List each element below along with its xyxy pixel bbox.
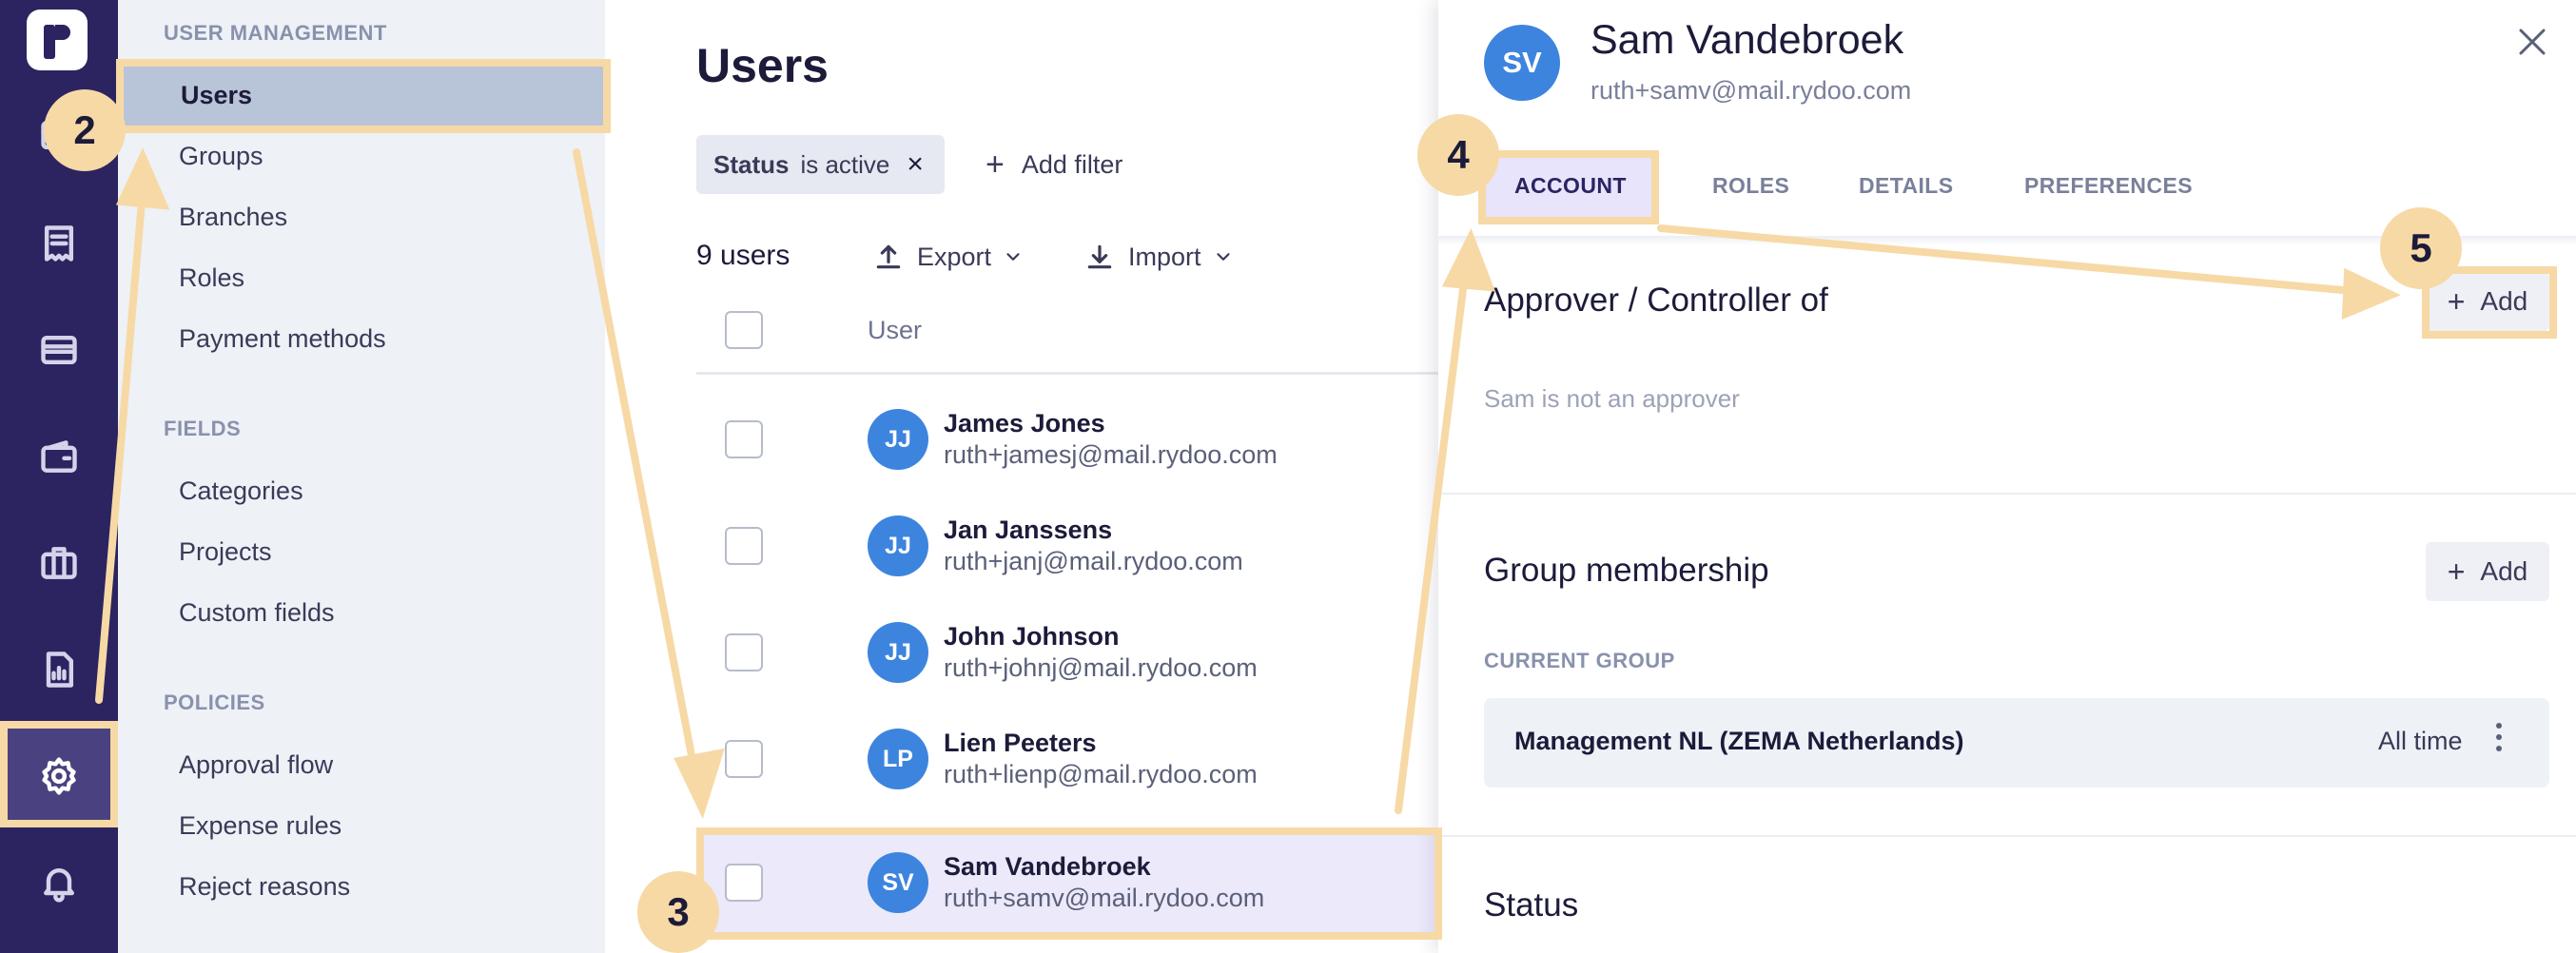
row-checkbox[interactable]	[725, 527, 763, 565]
user-name: Lien Peeters	[944, 729, 1097, 757]
avatar: LP	[868, 729, 928, 789]
add-filter-label: Add filter	[1021, 149, 1123, 179]
user-email: ruth+janj@mail.rydoo.com	[944, 547, 1243, 575]
add-group-button[interactable]: + Add	[2426, 542, 2549, 601]
table-row[interactable]: JJ Jan Janssens ruth+janj@mail.rydoo.com	[696, 493, 1438, 599]
card-icon[interactable]	[0, 302, 118, 398]
users-list-view: Users Status is active × + Add filter 9 …	[605, 0, 1438, 953]
highlight-users	[116, 59, 611, 133]
user-email: ruth+lienp@mail.rydoo.com	[944, 760, 1258, 788]
sidebar-item-custom-fields[interactable]: Custom fields	[118, 582, 605, 643]
step-badge-5: 5	[2380, 207, 2462, 289]
plus-icon: +	[986, 146, 1005, 183]
step-badge-4: 4	[1417, 114, 1499, 196]
divider	[1438, 493, 2576, 495]
filter-value: is active	[800, 149, 890, 179]
report-icon[interactable]	[0, 622, 118, 717]
panel-user-email: ruth+samv@mail.rydoo.com	[1590, 76, 1912, 105]
sidebar-item-groups[interactable]: Groups	[118, 126, 605, 186]
upload-icon	[876, 244, 901, 269]
divider	[1438, 835, 2576, 837]
more-vertical-icon[interactable]	[2492, 723, 2506, 763]
sidebar-item-reject-reasons[interactable]: Reject reasons	[118, 856, 605, 917]
chevron-down-icon	[1006, 253, 1020, 261]
tab-details[interactable]: DETAILS	[1859, 152, 1953, 219]
step-badge-2: 2	[44, 89, 126, 171]
rydoo-logo-icon[interactable]	[27, 10, 88, 70]
user-detail-panel: SV Sam Vandebroek ruth+samv@mail.rydoo.c…	[1438, 0, 2576, 953]
row-checkbox[interactable]	[725, 633, 763, 671]
avatar: JJ	[868, 515, 928, 576]
group-name: Management NL (ZEMA Netherlands)	[1514, 727, 1964, 755]
import-button[interactable]: Import	[1084, 236, 1234, 278]
highlight-settings	[0, 721, 118, 827]
page-title: Users	[696, 39, 829, 92]
add-label: Add	[2480, 556, 2528, 586]
group-section-title: Group membership	[1484, 552, 1769, 589]
approver-section-title: Approver / Controller of	[1484, 282, 1828, 319]
close-icon[interactable]	[2511, 21, 2553, 63]
remove-filter-icon[interactable]: ×	[907, 148, 924, 181]
tab-preferences[interactable]: PREFERENCES	[2024, 152, 2193, 219]
plus-icon: +	[2447, 554, 2466, 589]
group-period: All time	[2378, 727, 2463, 755]
wallet-icon[interactable]	[0, 409, 118, 504]
add-filter-button[interactable]: + Add filter	[986, 135, 1122, 194]
select-all-checkbox[interactable]	[725, 311, 763, 349]
row-checkbox[interactable]	[725, 420, 763, 458]
chevron-down-icon	[1216, 253, 1230, 261]
user-name: John Johnson	[944, 622, 1120, 651]
sidebar-item-roles[interactable]: Roles	[118, 247, 605, 308]
avatar: JJ	[868, 622, 928, 683]
user-email: ruth+jamesj@mail.rydoo.com	[944, 440, 1278, 469]
receipt-icon[interactable]	[0, 196, 118, 291]
briefcase-icon[interactable]	[0, 515, 118, 611]
filter-field: Status	[713, 149, 790, 179]
download-icon	[1087, 244, 1112, 269]
list-header: User	[696, 304, 1438, 375]
user-count: 9 users	[696, 240, 790, 271]
user-email: ruth+johnj@mail.rydoo.com	[944, 653, 1258, 682]
column-header-user[interactable]: User	[868, 316, 922, 345]
panel-user-name: Sam Vandebroek	[1590, 17, 1904, 63]
user-name: James Jones	[944, 409, 1105, 438]
sidebar-item-categories[interactable]: Categories	[118, 460, 605, 521]
sidebar-item-projects[interactable]: Projects	[118, 521, 605, 582]
sidebar-item-approval-flow[interactable]: Approval flow	[118, 734, 605, 795]
settings-sidebar: USER MANAGEMENT Users Groups Branches Ro…	[118, 0, 605, 953]
tab-roles[interactable]: ROLES	[1712, 152, 1789, 219]
current-group-label: CURRENT GROUP	[1484, 649, 1675, 672]
section-title-fields: FIELDS	[164, 417, 242, 440]
user-name: Jan Janssens	[944, 515, 1113, 544]
status-section-title: Status	[1484, 886, 1579, 924]
highlight-selected-user	[696, 827, 1442, 940]
avatar: SV	[1484, 25, 1560, 101]
table-row[interactable]: JJ James Jones ruth+jamesj@mail.rydoo.co…	[696, 386, 1438, 493]
export-label: Export	[917, 242, 992, 271]
avatar: JJ	[868, 409, 928, 470]
row-checkbox[interactable]	[725, 740, 763, 778]
sidebar-item-payment-methods[interactable]: Payment methods	[118, 308, 605, 369]
import-label: Import	[1128, 242, 1201, 271]
section-title-policies: POLICIES	[164, 690, 265, 714]
sidebar-item-branches[interactable]: Branches	[118, 186, 605, 247]
status-filter-chip[interactable]: Status is active ×	[696, 135, 945, 194]
bell-icon[interactable]	[0, 835, 118, 930]
highlight-account-tab	[1478, 150, 1659, 224]
step-badge-3: 3	[637, 871, 719, 953]
approver-empty-text: Sam is not an approver	[1484, 384, 1740, 413]
export-button[interactable]: Export	[873, 236, 1024, 278]
table-row[interactable]: LP Lien Peeters ruth+lienp@mail.rydoo.co…	[696, 706, 1438, 812]
table-row[interactable]: JJ John Johnson ruth+johnj@mail.rydoo.co…	[696, 599, 1438, 706]
sidebar-item-expense-rules[interactable]: Expense rules	[118, 795, 605, 856]
section-title-user-management: USER MANAGEMENT	[164, 21, 387, 45]
current-group-card: Management NL (ZEMA Netherlands) All tim…	[1484, 698, 2549, 788]
